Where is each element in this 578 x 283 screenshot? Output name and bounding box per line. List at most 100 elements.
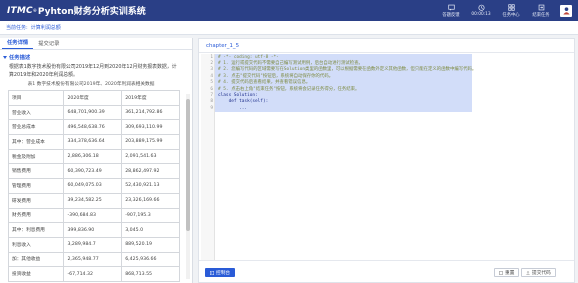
table-header-row: 项目 2020年度 2019年度 <box>7 90 180 106</box>
code-text: ... <box>218 105 248 111</box>
table-row: 管理费用 60,049,075.03 52,430,921.13 <box>7 178 180 194</box>
submit-code-button[interactable]: 提交代码 <box>521 268 556 277</box>
table-cell: 334,378,636.64 <box>63 134 123 150</box>
submit-code-label: 提交代码 <box>532 270 551 276</box>
table-cell: 2,365,948.77 <box>63 251 123 268</box>
table-cell: 2019年度 <box>121 90 180 106</box>
table-row: 加：其他收益 2,365,948.77 6,425,936.66 <box>7 251 180 268</box>
task-center-label: 任务中心 <box>502 12 520 18</box>
timer-icon <box>477 4 485 11</box>
table-cell: 6,425,936.66 <box>121 251 180 268</box>
avatar[interactable] <box>560 4 572 17</box>
task-description-title: 任务描述 <box>9 55 31 61</box>
table-cell: 309,693,110.99 <box>121 119 180 136</box>
scrollbar[interactable] <box>186 94 190 279</box>
user-icon <box>562 7 570 15</box>
table-cell: 加：其他收益 <box>7 251 65 268</box>
table-cell: 销售费用 <box>7 163 65 180</box>
table-cell: 其中：利息费用 <box>7 222 65 238</box>
income-statement-table: 项目 2020年度 2019年度 营业收入 648,701,900.39 361,214,… <box>7 90 180 282</box>
table-cell: 361,214,792.86 <box>121 104 180 121</box>
reset-label: 重置 <box>505 270 515 276</box>
caret-down-icon <box>3 55 7 59</box>
file-name: chapter_1_5 <box>206 42 240 49</box>
table-cell: 39,234,582.25 <box>63 192 123 209</box>
file-tab[interactable]: chapter_1_5 <box>199 39 574 53</box>
table-cell: 营业收入 <box>7 104 65 121</box>
table-cell: 3,289,984.7 <box>63 236 123 253</box>
table-cell: 利息收入 <box>7 236 65 253</box>
table-cell: -67,714.32 <box>63 266 123 282</box>
table-caption: 表1 数字技术股份有限公司2019年、2020年利润表相关数据 <box>27 82 155 87</box>
table-cell: 60,390,723.49 <box>63 163 123 180</box>
feedback-label: 答题反馈 <box>442 12 460 18</box>
table-row: 销售费用 60,390,723.49 28,862,497.92 <box>7 163 180 180</box>
timer-display: 00:00:13 <box>466 0 496 21</box>
console-label: 控制台 <box>216 270 231 276</box>
current-task-bar: 当前任务: 计算利润总额 <box>0 21 578 35</box>
table-cell: 3,045.0 <box>121 222 180 238</box>
table-cell: 税金及附加 <box>7 148 65 165</box>
table-row: 研发费用 39,234,582.25 23,326,169.66 <box>7 192 180 209</box>
table-cell: -390,684.83 <box>63 207 123 224</box>
table-row: 营业收入 648,701,900.39 361,214,792.86 <box>7 104 180 121</box>
table-cell: 23,326,169.66 <box>121 192 180 209</box>
tab-submit-records[interactable]: 提交记录 <box>33 39 64 49</box>
console-button[interactable]: 控制台 <box>205 268 236 277</box>
current-task-value: 计算利润总额 <box>30 25 61 31</box>
end-task-button[interactable]: 结束任务 <box>526 0 556 21</box>
table-cell: 889,520.19 <box>121 236 180 253</box>
table-row: 其中：利息费用 399,836.90 3,045.0 <box>7 222 180 238</box>
task-tabs: 任务详情 提交记录 <box>0 38 192 50</box>
end-task-icon <box>538 4 544 10</box>
task-center-icon <box>507 3 515 11</box>
table-cell: 28,862,497.92 <box>121 163 180 180</box>
tab-task-details[interactable]: 任务详情 <box>2 38 34 49</box>
scrollbar-thumb[interactable] <box>186 99 190 231</box>
table-row: 营业总成本 496,548,638.76 309,693,110.99 <box>7 119 180 136</box>
top-bar: ITMC ® Pyhton财务分析实训系统 答题反馈 00:00:13 任务中心… <box>0 0 578 21</box>
task-center-button[interactable]: 任务中心 <box>496 0 526 21</box>
task-description-header[interactable]: 任务描述 <box>3 53 192 61</box>
table-row: 税金及附加 2,886,306.18 2,091,541.63 <box>7 148 180 165</box>
table-cell: 648,701,900.39 <box>63 104 123 121</box>
table-cell: -907,195.3 <box>121 207 180 224</box>
table-row: 投资收益 -67,714.32 868,713.55 <box>7 266 180 282</box>
code-panel: chapter_1_5 1 # -*- coding: utf-8 -*- 2 # 1… <box>198 38 575 283</box>
app-logo: ITMC <box>7 5 33 16</box>
timer-label: 00:00:13 <box>471 12 491 17</box>
table-cell: 管理费用 <box>7 178 65 194</box>
top-actions: 答题反馈 00:00:13 任务中心 结束任务 <box>436 0 578 21</box>
table-cell: 财务费用 <box>7 207 65 224</box>
table-cell: 项目 <box>7 90 65 106</box>
feedback-button[interactable]: 答题反馈 <box>436 0 466 21</box>
table-cell: 203,889,175.99 <box>121 134 180 150</box>
table-cell: 2,091,541.63 <box>121 148 180 165</box>
task-panel: 任务详情 提交记录 任务描述 根据表1数字技术股份有限公司2019年12月到20… <box>0 38 193 283</box>
code-line: 9 ... <box>201 106 573 112</box>
table-cell: 投资收益 <box>7 266 65 282</box>
code-editor[interactable]: 1 # -*- coding: utf-8 -*- 2 # 1. 运行或提交代码不需要… <box>201 54 573 260</box>
app-title: Pyhton财务分析实训系统 <box>37 7 146 17</box>
console-icon <box>210 270 214 275</box>
reset-button[interactable]: 重置 <box>494 268 520 277</box>
registered-mark: ® <box>32 8 37 13</box>
current-task-label: 当前任务: <box>6 25 28 31</box>
app-brand: ITMC ® Pyhton财务分析实训系统 <box>0 4 146 18</box>
table-cell: 2020年度 <box>63 90 123 106</box>
line-number: 9 <box>210 105 213 111</box>
table-cell: 研发费用 <box>7 192 65 209</box>
table-cell: 其中：营业成本 <box>7 134 65 150</box>
table-cell: 399,836.90 <box>63 222 123 238</box>
table-row: 其中：营业成本 334,378,636.64 203,889,175.99 <box>7 134 180 150</box>
table-row: 利息收入 3,289,984.7 889,520.19 <box>7 236 180 253</box>
table-cell: 496,548,638.76 <box>63 119 123 136</box>
end-task-label: 结束任务 <box>532 12 550 18</box>
feedback-icon <box>447 4 455 11</box>
table-row: 财务费用 -390,684.83 -907,195.3 <box>7 207 180 224</box>
table-cell: 868,713.55 <box>121 266 180 282</box>
upload-icon <box>526 270 530 275</box>
task-description-text: 根据表1数字技术股份有限公司2019年12月到2020年12月财务报表数据，计算… <box>9 64 177 78</box>
table-cell: 2,886,306.18 <box>63 148 123 165</box>
table-cell: 52,430,921.13 <box>121 178 180 194</box>
